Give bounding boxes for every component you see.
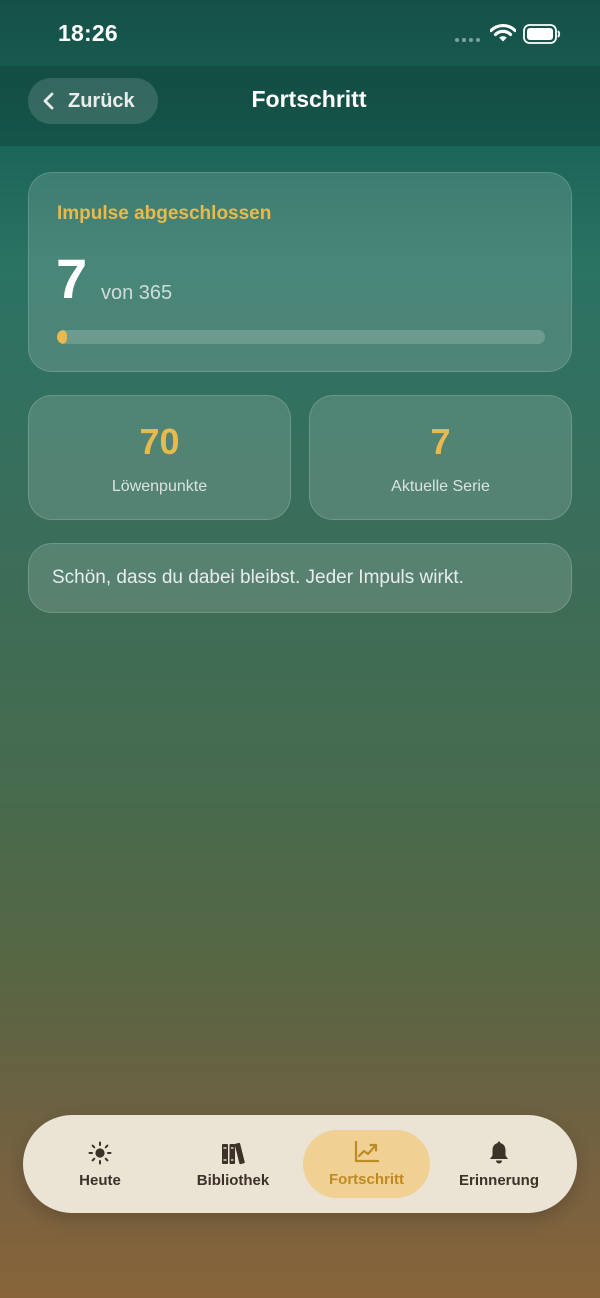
total-count: von 365 bbox=[101, 282, 173, 304]
tab-heute-label: Heute bbox=[79, 1172, 121, 1189]
tab-fortschritt[interactable]: Fortschritt bbox=[303, 1115, 430, 1213]
points-value: 70 bbox=[139, 421, 180, 462]
tab-erinnerung[interactable]: Erinnerung bbox=[447, 1115, 551, 1213]
bell-icon bbox=[490, 1141, 508, 1164]
tab-bar: Heute Bibliothek Fortschritt Erinnerung bbox=[23, 1115, 577, 1213]
tab-bibliothek-label: Bibliothek bbox=[196, 1172, 270, 1189]
streak-card: 7 Aktuelle Serie bbox=[309, 395, 572, 520]
streak-value: 7 bbox=[430, 421, 451, 462]
streak-label: Aktuelle Serie bbox=[391, 478, 490, 495]
status-bar: 18:26 bbox=[0, 0, 600, 66]
sun-icon bbox=[88, 1141, 112, 1165]
status-time: 18:26 bbox=[58, 20, 118, 46]
progress-card: Impulse abgeschlossen 7 von 365 bbox=[28, 172, 572, 372]
battery-icon bbox=[523, 24, 561, 44]
wifi-icon bbox=[490, 23, 516, 42]
tab-heute[interactable]: Heute bbox=[55, 1115, 145, 1213]
encouragement-message: Schön, dass du dabei bleibst. Jeder Impu… bbox=[52, 567, 464, 588]
tab-bibliothek[interactable]: Bibliothek bbox=[186, 1115, 280, 1213]
books-icon bbox=[222, 1142, 245, 1165]
navigation-header: Zurück Fortschritt bbox=[0, 66, 600, 146]
points-card: 70 Löwenpunkte bbox=[28, 395, 291, 520]
completed-count: 7 bbox=[56, 247, 88, 310]
progress-heading: Impulse abgeschlossen bbox=[57, 203, 272, 224]
chart-trend-icon bbox=[354, 1140, 379, 1163]
progress-bar-fill bbox=[57, 330, 67, 344]
encouragement-card: Schön, dass du dabei bleibst. Jeder Impu… bbox=[28, 543, 572, 613]
cellular-signal-icon bbox=[455, 38, 483, 43]
points-label: Löwenpunkte bbox=[111, 478, 208, 495]
progress-bar bbox=[57, 330, 545, 344]
tab-fortschritt-label: Fortschritt bbox=[329, 1171, 404, 1188]
tab-erinnerung-label: Erinnerung bbox=[458, 1172, 539, 1189]
page-title: Fortschritt bbox=[251, 86, 367, 112]
